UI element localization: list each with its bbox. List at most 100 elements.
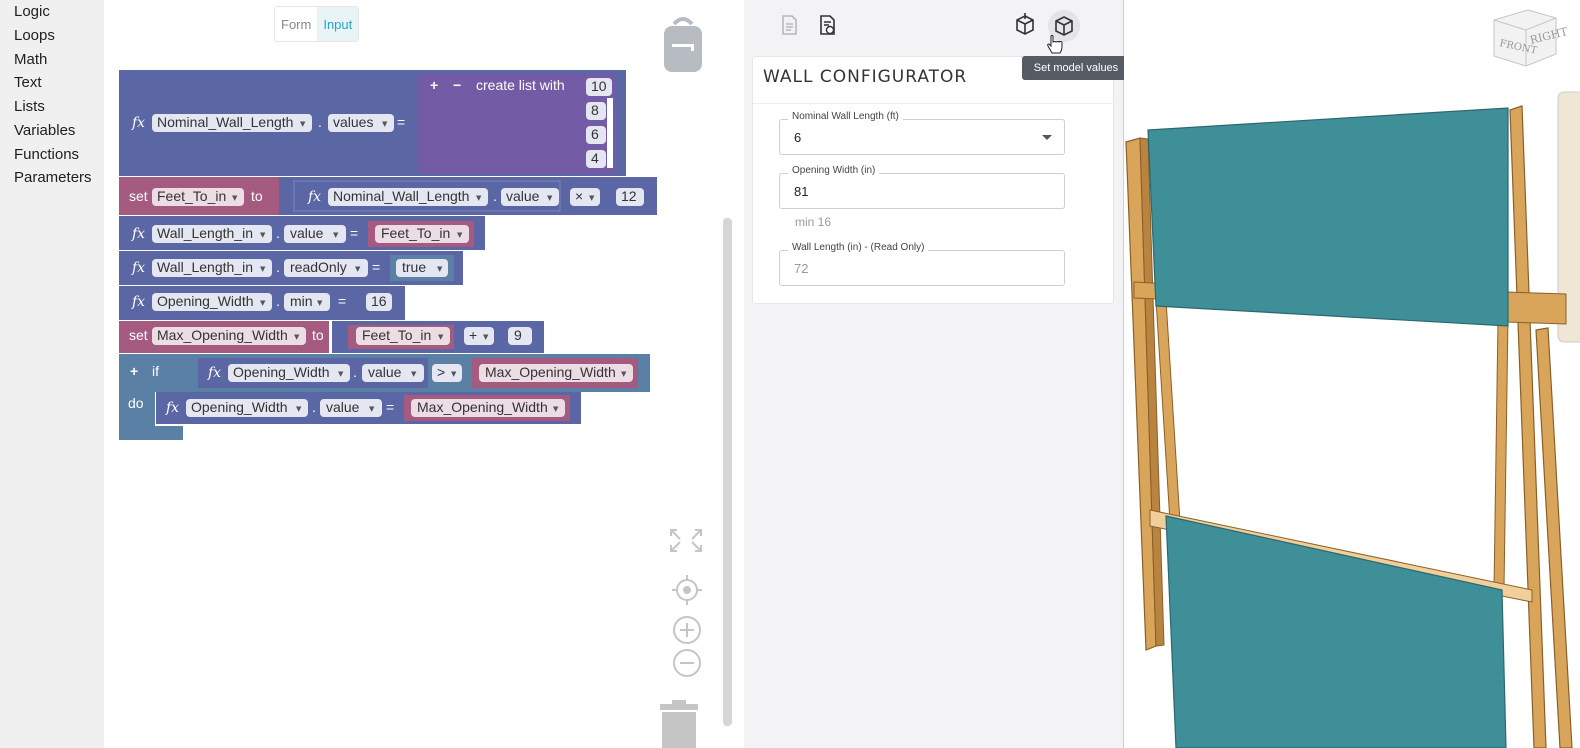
param-dropdown[interactable]: Opening_Width <box>233 364 330 380</box>
svg-text:▼: ▼ <box>457 231 463 239</box>
block-set-variable[interactable]: set Feet_To_in ▼ to fx Nominal_Wall_Leng… <box>119 177 657 215</box>
field-value: 72 <box>794 261 809 276</box>
svg-text:▼: ▼ <box>338 370 344 378</box>
svg-text:if: if <box>152 363 159 379</box>
toolbox-category-functions[interactable]: Functions <box>14 146 79 163</box>
list-item-number[interactable]: 8 <box>591 102 599 118</box>
param-dropdown[interactable]: Wall_Length_in <box>157 259 253 275</box>
block-set-param-values[interactable]: fx Nominal_Wall_Length ▼ . values ▼ = + … <box>119 70 626 176</box>
reset-document-icon[interactable] <box>814 12 840 38</box>
fx-icon: fx <box>131 115 145 131</box>
svg-text:▼: ▼ <box>476 194 482 202</box>
field-label: Wall Length (in) - (Read Only) <box>788 242 929 253</box>
list-item-number[interactable]: 4 <box>591 150 599 166</box>
prop-dropdown[interactable]: min <box>290 293 313 309</box>
svg-text:▼: ▼ <box>232 194 238 202</box>
svg-text:set: set <box>129 327 148 343</box>
prop-dropdown[interactable]: value <box>326 399 360 415</box>
export-document-icon[interactable] <box>776 12 802 38</box>
zoom-in-icon[interactable] <box>673 616 701 644</box>
recenter-icon[interactable] <box>672 575 702 605</box>
block-set-param-value[interactable]: fx Wall_Length_in ▼ . value ▼ = Feet_To_… <box>119 216 485 250</box>
svg-text:▼: ▼ <box>333 231 339 239</box>
block-set-variable[interactable]: set Max_Opening_Width ▼ to Feet_To_in ▼ … <box>119 321 544 353</box>
toolbox-category-logic[interactable]: Logic <box>14 3 50 20</box>
operator-dropdown[interactable]: > <box>437 364 445 380</box>
svg-text:.: . <box>493 188 497 204</box>
toolbox-category-math[interactable]: Math <box>14 51 47 68</box>
if-mutator-button[interactable]: + <box>130 363 138 379</box>
svg-text:fx: fx <box>165 400 179 416</box>
list-remove-button[interactable]: − <box>453 77 461 93</box>
prop-dropdown[interactable]: value <box>290 225 324 241</box>
svg-text:fx: fx <box>131 294 145 310</box>
toolbox-category-text[interactable]: Text <box>14 74 42 91</box>
svg-text:▼: ▼ <box>411 370 417 378</box>
svg-text:.: . <box>312 399 316 415</box>
field-value: 81 <box>794 184 809 199</box>
param-dropdown[interactable]: Nominal_Wall_Length <box>333 188 469 204</box>
svg-text:▼: ▼ <box>451 370 457 378</box>
list-item-number[interactable]: 6 <box>591 126 599 142</box>
list-item-number[interactable]: 10 <box>591 78 607 94</box>
get-model-values-icon[interactable] <box>1012 12 1038 38</box>
wall-model-render: FRONT RIGHT <box>1125 9 1580 748</box>
backpack-icon[interactable] <box>664 17 702 72</box>
variable-dropdown[interactable]: Max_Opening_Width <box>417 399 548 415</box>
svg-text:▼: ▼ <box>296 405 302 413</box>
svg-text:fx: fx <box>307 189 321 205</box>
prop-dropdown[interactable]: value <box>368 364 402 380</box>
variable-dropdown[interactable]: Feet_To_in <box>381 225 450 241</box>
operator-dropdown[interactable]: + <box>469 327 477 343</box>
number-field[interactable]: 12 <box>621 188 637 204</box>
prop-dropdown[interactable]: values <box>333 114 373 130</box>
toolbox-category-variables[interactable]: Variables <box>14 122 75 139</box>
chevron-down-icon[interactable] <box>1042 135 1052 140</box>
toolbox-category-parameters[interactable]: Parameters <box>14 169 92 186</box>
svg-text:.: . <box>353 364 357 380</box>
svg-text:set: set <box>129 188 148 204</box>
param-dropdown[interactable]: Nominal_Wall_Length <box>157 114 293 130</box>
param-dropdown[interactable]: Wall_Length_in <box>157 225 253 241</box>
fullscreen-icon[interactable] <box>670 529 702 552</box>
variable-dropdown[interactable]: Max_Opening_Width <box>485 364 616 380</box>
svg-text:▼: ▼ <box>300 120 306 128</box>
zoom-out-icon[interactable] <box>673 649 701 677</box>
variable-dropdown[interactable]: Feet_To_in <box>157 188 226 204</box>
param-dropdown[interactable]: Opening_Width <box>191 399 288 415</box>
nominal-wall-length-select[interactable]: Nominal Wall Length (ft) 6 <box>779 111 1065 155</box>
number-field[interactable]: 9 <box>514 327 522 343</box>
svg-text:.: . <box>276 225 280 241</box>
blockly-workspace[interactable]: Form Input fx Nominal_Wall_Length ▼ . va… <box>104 0 744 748</box>
list-add-button[interactable]: + <box>430 77 438 93</box>
svg-text:create list with: create list with <box>476 77 565 93</box>
block-set-param-readonly[interactable]: fx Wall_Length_in ▼ . readOnly ▼ = true … <box>119 251 463 285</box>
param-dropdown[interactable]: Opening_Width <box>157 293 254 309</box>
svg-text:to: to <box>251 188 263 204</box>
number-field[interactable]: 16 <box>371 293 387 309</box>
boolean-dropdown[interactable]: true <box>402 259 426 275</box>
variable-dropdown[interactable]: Feet_To_in <box>362 327 431 343</box>
toolbox-category-lists[interactable]: Lists <box>14 98 45 115</box>
svg-text:=: = <box>397 114 405 130</box>
prop-dropdown[interactable]: readOnly <box>290 259 347 275</box>
opening-width-input[interactable]: Opening Width (in) 81 <box>779 165 1065 209</box>
svg-text:▼: ▼ <box>260 231 266 239</box>
variable-dropdown[interactable]: Max_Opening_Width <box>157 327 288 343</box>
block-set-param-min[interactable]: fx Opening_Width ▼ . min ▼ = 16 <box>119 286 405 320</box>
toolbox-category-loops[interactable]: Loops <box>14 27 55 44</box>
prop-dropdown[interactable]: value <box>506 188 540 204</box>
trash-icon[interactable] <box>660 700 698 748</box>
mouse-cursor-icon <box>1047 35 1063 54</box>
blocks-canvas: fx Nominal_Wall_Length ▼ . values ▼ = + … <box>119 17 732 748</box>
svg-text:▼: ▼ <box>294 333 300 341</box>
opening-width-hint: min 16 <box>795 215 832 229</box>
svg-text:▼: ▼ <box>547 194 553 202</box>
block-set-param-value[interactable]: fx Opening_Width ▼ . value ▼ = Max_Openi… <box>156 392 581 424</box>
3d-viewer[interactable]: FRONT RIGHT <box>1124 0 1580 748</box>
svg-text:do: do <box>128 395 144 411</box>
operator-dropdown[interactable]: × <box>575 188 583 204</box>
viewcube[interactable]: FRONT RIGHT <box>1493 9 1570 67</box>
workspace-scrollbar[interactable] <box>723 218 732 726</box>
block-create-list[interactable]: + − create list with 10 8 6 4 <box>418 74 616 174</box>
